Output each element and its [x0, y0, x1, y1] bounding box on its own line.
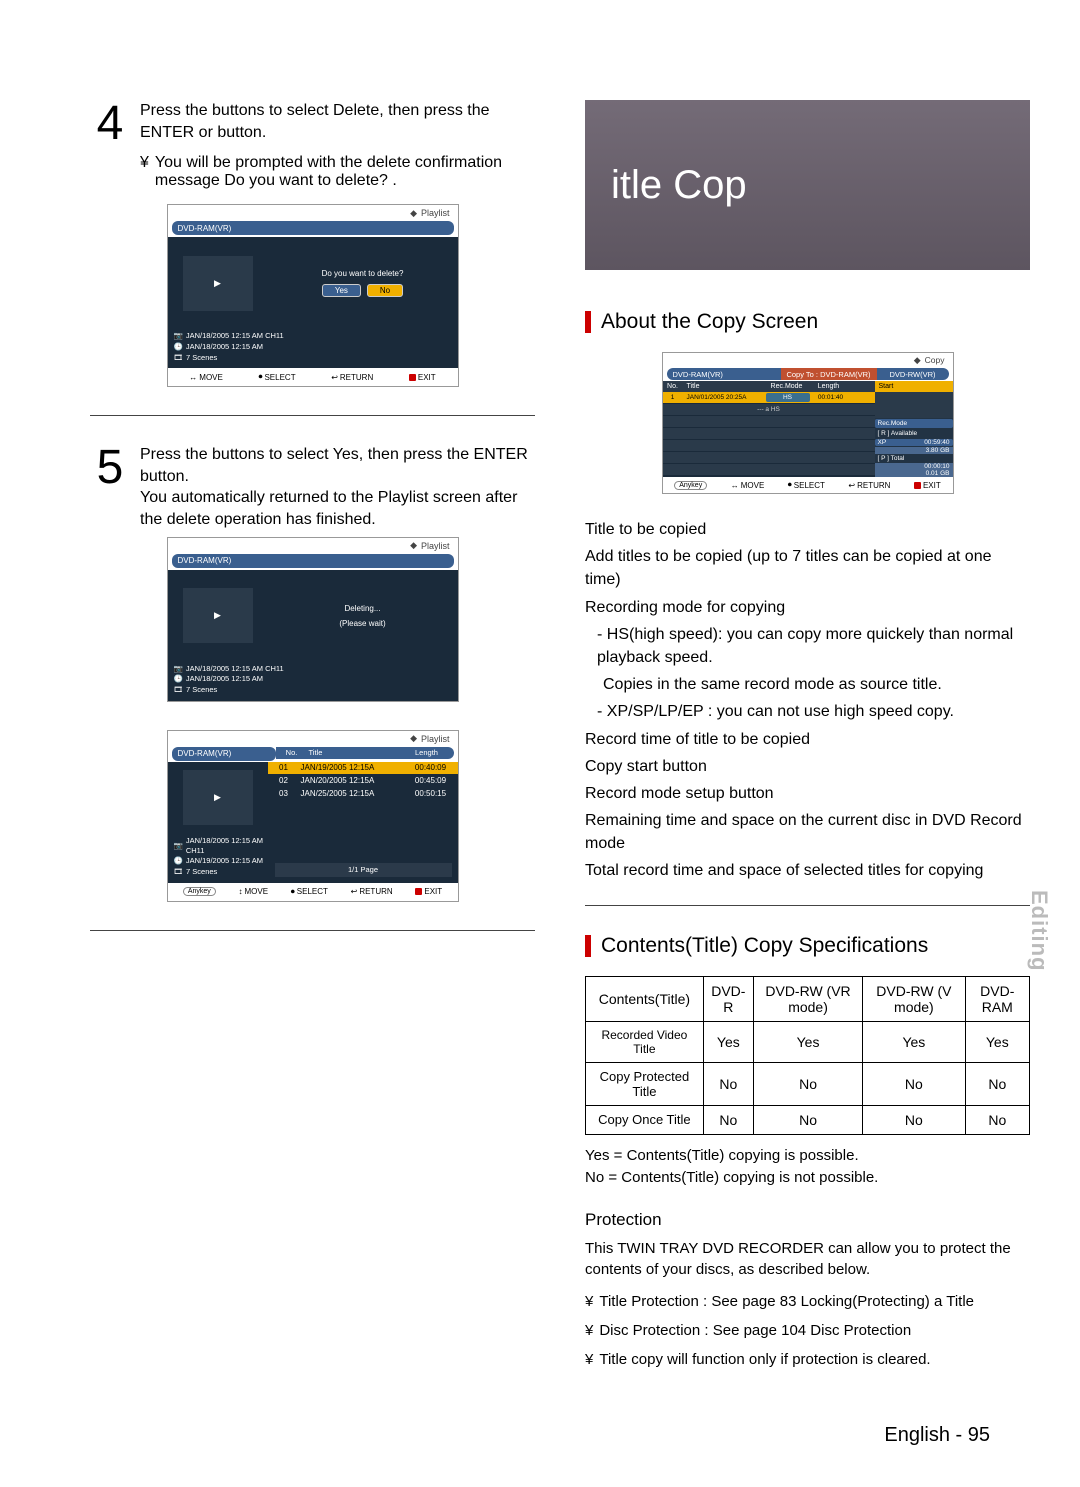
exit-icon: [409, 374, 416, 381]
anykey-badge: Anykey: [674, 481, 707, 490]
copy-screen-spec-list: Title to be copied Add titles to be copi…: [585, 518, 1030, 883]
step-number: 5: [90, 444, 130, 492]
diamond-icon: ◆: [410, 733, 417, 744]
thumbnail-placeholder: ▶: [183, 770, 253, 825]
scenes-icon: 🎞: [174, 867, 184, 877]
exit-icon: [415, 888, 422, 895]
exit-icon: [914, 482, 921, 489]
scenes-icon: 🎞: [174, 685, 184, 695]
step-4-text: Press the buttons to select Delete, then…: [140, 100, 535, 143]
playlist-delete-confirm-screen: ◆ Playlist DVD-RAM(VR) ▶ Do you want to …: [167, 204, 459, 387]
playlist-deleting-screen: ◆ Playlist DVD-RAM(VR) ▶ Deleting... (Pl…: [167, 537, 459, 702]
return-icon: ↩: [331, 373, 338, 382]
diamond-icon: ◆: [410, 540, 417, 551]
page-footer: English - 95: [884, 1424, 990, 1447]
info-icon: 📷: [174, 331, 183, 341]
rec-mode-button[interactable]: Rec.Mode: [875, 419, 953, 428]
contents-heading: Contents(Title) Copy Specifications: [585, 934, 1030, 958]
step-4: 4 Press the buttons to select Delete, th…: [90, 100, 535, 148]
table-note: Yes = Contents(Title) copying is possibl…: [585, 1145, 1030, 1190]
info-icon: 📷: [174, 664, 183, 674]
table-row[interactable]: 02 JAN/20/2005 12:15A 00:45:09: [268, 775, 458, 787]
yes-button[interactable]: Yes: [322, 284, 361, 297]
info-icon: 📷: [174, 841, 183, 851]
red-bar-icon: [585, 935, 591, 957]
no-button[interactable]: No: [367, 284, 403, 297]
copy-screen: ◆ Copy DVD-RAM(VR) Copy To : DVD-RAM(VR)…: [662, 352, 954, 494]
divider: [90, 930, 535, 931]
copy-spec-table: Contents(Title) DVD-R DVD-RW (VR mode) D…: [585, 976, 1030, 1135]
diamond-icon: ◆: [410, 208, 417, 219]
step-number: 4: [90, 100, 130, 148]
move-icon: ↕: [239, 887, 243, 896]
protection-heading: Protection: [585, 1210, 1030, 1230]
return-icon: ↩: [848, 481, 855, 490]
select-icon: ⏺: [788, 480, 792, 490]
screen-header: DVD-RAM(VR): [172, 554, 454, 568]
protection-para: This TWIN TRAY DVD RECORDER can allow yo…: [585, 1238, 1030, 1282]
screen-header: DVD-RAM(VR): [172, 221, 454, 235]
clock-icon: 🕒: [174, 856, 183, 866]
title-banner: itle Cop: [585, 100, 1030, 270]
red-bar-icon: [585, 311, 591, 333]
protection-bullet: ¥Title copy will function only if protec…: [585, 1349, 1030, 1370]
clock-icon: 🕒: [174, 674, 183, 684]
step-5-text: Press the buttons to select Yes, then pr…: [140, 444, 535, 530]
return-icon: ↩: [351, 887, 358, 896]
about-heading: About the Copy Screen: [585, 310, 1030, 334]
divider: [585, 905, 1030, 906]
scenes-icon: 🎞: [174, 353, 184, 363]
thumbnail-placeholder: ▶: [183, 588, 253, 643]
thumbnail-placeholder: ▶: [183, 256, 253, 311]
divider: [90, 415, 535, 416]
table-row: Recorded Video Title Yes Yes Yes Yes: [586, 1021, 1030, 1062]
side-tab: Editing: [1026, 890, 1052, 972]
table-row: Copy Protected Title No No No No: [586, 1062, 1030, 1105]
table-row[interactable]: 03 JAN/25/2005 12:15A 00:50:15: [268, 788, 458, 800]
start-button[interactable]: Start: [875, 381, 953, 392]
move-icon: ↔: [731, 481, 739, 490]
protection-bullet: ¥Title Protection : See page 83 Locking(…: [585, 1291, 1030, 1312]
protection-bullet: ¥Disc Protection : See page 104 Disc Pro…: [585, 1320, 1030, 1341]
diamond-icon: ◆: [914, 355, 921, 366]
move-icon: ↔: [189, 373, 197, 382]
step-4-note: ¥ You will be prompted with the delete c…: [140, 154, 535, 190]
playlist-list-screen: ◆ Playlist DVD-RAM(VR) No. Title Length …: [167, 730, 459, 902]
step-5: 5 Press the buttons to select Yes, then …: [90, 444, 535, 530]
copy-title-row[interactable]: 1 JAN/01/2005 20:25A HS 00:01:40: [663, 392, 875, 403]
table-row: Copy Once Title No No No No: [586, 1105, 1030, 1134]
clock-icon: 🕒: [174, 342, 183, 352]
table-row[interactable]: 01 JAN/19/2005 12:15A 00:40:09: [268, 762, 458, 774]
anykey-badge: Anykey: [183, 887, 216, 896]
select-icon: ⏺: [291, 887, 295, 897]
select-icon: ⏺: [258, 372, 262, 382]
